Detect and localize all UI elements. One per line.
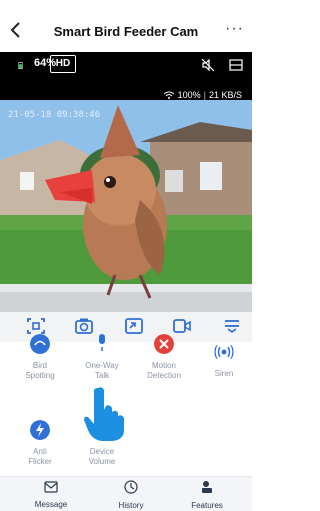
flicker-icon [30, 420, 50, 440]
feature-label: One-Way [85, 361, 119, 370]
feature-label: Volume [88, 457, 116, 466]
feature-label: Anti [33, 447, 47, 456]
feature-siren[interactable]: Siren [194, 342, 254, 379]
camera-icon[interactable] [74, 317, 94, 335]
nav-history[interactable]: History [96, 480, 166, 510]
feature-label: Motion [151, 361, 176, 370]
layout-icon[interactable] [229, 58, 243, 72]
bird-icon [30, 334, 50, 354]
wifi-icon [163, 91, 174, 99]
nav-label: Features [191, 501, 223, 510]
fullscreen-icon[interactable] [124, 317, 144, 335]
feature-label: Detection [147, 371, 181, 380]
quality-badge[interactable]: HD [50, 55, 76, 73]
video-feed[interactable] [0, 100, 252, 312]
nav-message[interactable]: Message [16, 480, 86, 509]
nav-label: History [118, 501, 144, 510]
bitrate: 21 KB/S [208, 90, 242, 100]
menu-icon[interactable] [222, 317, 242, 335]
chevron-left-icon[interactable] [8, 20, 24, 40]
speaker-mute-icon[interactable] [201, 58, 215, 72]
feature-label: Spotting [25, 371, 55, 380]
feature-one-way-talk[interactable]: One-Way Talk [72, 334, 132, 381]
feature-label: Talk [94, 371, 110, 380]
page-title: Smart Bird Feeder Cam [53, 24, 199, 39]
feature-bird-spotting[interactable]: Bird Spotting [10, 334, 70, 381]
microphone-icon [99, 334, 105, 351]
feature-label: Device [89, 447, 115, 456]
features-icon [202, 481, 212, 493]
feature-motion-detection[interactable]: Motion Detection [134, 334, 194, 381]
connection-stats: 100% | 21 KB/S [163, 90, 242, 100]
siren-icon [214, 344, 234, 360]
video-timestamp: 21-05-18 09:38:46 [8, 110, 101, 120]
motion-icon [154, 334, 174, 354]
history-icon [124, 480, 138, 494]
feature-anti-flicker[interactable]: Anti Flicker [10, 420, 70, 467]
feature-label: Bird [32, 361, 48, 370]
screenshot-icon[interactable] [26, 317, 46, 335]
nav-features[interactable]: Features [172, 480, 242, 510]
record-icon[interactable] [172, 317, 192, 335]
app-header: Smart Bird Feeder Cam ··· [0, 0, 252, 52]
signal-strength: 100% [177, 90, 201, 100]
nav-label: Message [34, 500, 68, 509]
more-icon[interactable]: ··· [225, 20, 244, 38]
battery-icon [18, 62, 23, 69]
hand-pointer-icon [84, 387, 124, 441]
message-icon [44, 481, 58, 493]
feature-label: Siren [214, 369, 234, 378]
feature-label: Flicker [28, 457, 52, 466]
